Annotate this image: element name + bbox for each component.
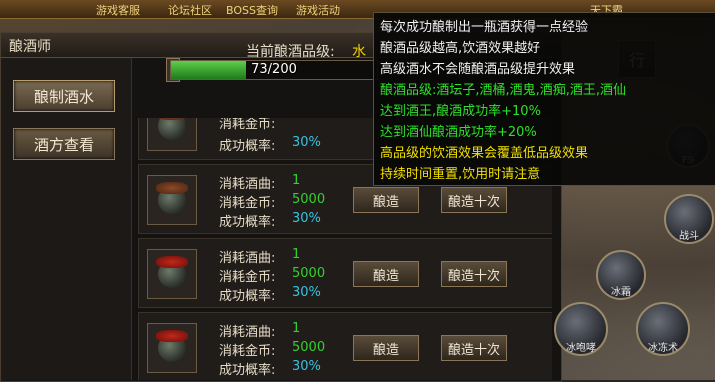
brew-button[interactable]: 酿造 bbox=[353, 335, 419, 361]
top-menu-item[interactable]: 游戏客服 bbox=[96, 2, 140, 18]
rate-label: 成功概率: bbox=[219, 289, 276, 304]
wine-jar-icon[interactable] bbox=[147, 323, 197, 373]
recipe-view-tab[interactable]: 酒方查看 bbox=[13, 128, 115, 160]
rate-value: 30% bbox=[292, 285, 321, 300]
yeast-value: 1 bbox=[292, 321, 301, 336]
cost-label: 消耗金币: bbox=[219, 118, 276, 132]
brewing-info-tooltip: 每次成功酿制出一瓶酒获得一点经验 酿酒品级越高,饮酒效果越好 高级酒水不会随酿酒… bbox=[373, 12, 715, 186]
tooltip-line: 酿酒品级:酒坛子,酒桶,酒鬼,酒痴,酒王,酒仙 bbox=[380, 83, 627, 98]
panel-side-menu: 酿制酒水 酒方查看 bbox=[1, 58, 132, 380]
panel-title: 酿酒师 bbox=[9, 39, 51, 55]
rate-value: 30% bbox=[292, 211, 321, 226]
fight-button[interactable]: 战斗 bbox=[664, 194, 714, 244]
gold-value: 5000 bbox=[292, 192, 326, 207]
wine-jar-icon[interactable] bbox=[147, 249, 197, 299]
yeast-label: 消耗酒曲: bbox=[219, 177, 276, 192]
gold-value: 5000 bbox=[292, 266, 326, 281]
skill-ice-roar-icon[interactable]: 冰霜 bbox=[596, 250, 646, 300]
top-menu-item[interactable]: 游戏活动 bbox=[296, 2, 340, 18]
rate-label: 成功概率: bbox=[219, 363, 276, 378]
top-menu-item[interactable]: 论坛社区 bbox=[168, 2, 212, 18]
top-menu-item[interactable]: BOSS查询 bbox=[226, 2, 278, 18]
tooltip-line: 高级酒水不会随酿酒品级提升效果 bbox=[380, 62, 576, 77]
gold-label: 消耗金币: bbox=[219, 196, 276, 211]
brew-button[interactable]: 酿造 bbox=[353, 187, 419, 213]
gold-value: 5000 bbox=[292, 340, 326, 355]
yeast-value: 1 bbox=[292, 247, 301, 262]
rate-value: 30% bbox=[292, 135, 321, 150]
yeast-label: 消耗酒曲: bbox=[219, 251, 276, 266]
rate-label: 成功概率: bbox=[219, 215, 276, 230]
gold-label: 消耗金币: bbox=[219, 270, 276, 285]
wine-jar-icon[interactable] bbox=[147, 118, 197, 151]
brew-ten-button[interactable]: 酿造十次 bbox=[441, 187, 507, 213]
brewing-progress-bar: 73/200 bbox=[170, 60, 378, 80]
brew-ten-button[interactable]: 酿造十次 bbox=[441, 335, 507, 361]
tooltip-line: 高品级的饮酒效果会覆盖低品级效果 bbox=[380, 146, 589, 161]
quality-value: 水 bbox=[352, 44, 366, 60]
yeast-label: 消耗酒曲: bbox=[219, 325, 276, 340]
gold-label: 消耗金币: bbox=[219, 344, 276, 359]
brew-button[interactable]: 酿造 bbox=[353, 261, 419, 287]
tooltip-line: 达到酒王,酿酒成功率+10% bbox=[380, 104, 541, 119]
quality-label: 当前酿酒品级: bbox=[246, 44, 335, 60]
skill-freeze-icon[interactable]: 冰冻术 bbox=[636, 302, 690, 356]
tooltip-line: 达到酒仙酿酒成功率+20% bbox=[380, 125, 537, 140]
rate-value: 30% bbox=[292, 359, 321, 374]
progress-text: 73/200 bbox=[251, 62, 297, 77]
tooltip-line: 酿酒品级越高,饮酒效果越好 bbox=[380, 41, 541, 56]
recipe-row: 消耗酒曲: 1 消耗金币: 5000 成功概率: 30% 酿造 酿造十次 bbox=[138, 312, 552, 380]
recipe-row: 消耗酒曲: 1 消耗金币: 5000 成功概率: 30% 酿造 酿造十次 bbox=[138, 238, 552, 308]
tooltip-line: 持续时间重置,饮用时请注意 bbox=[380, 167, 541, 182]
wine-jar-icon[interactable] bbox=[147, 175, 197, 225]
tooltip-line: 每次成功酿制出一瓶酒获得一点经验 bbox=[380, 20, 589, 35]
skill-frost-icon[interactable]: 冰咆哮 bbox=[554, 302, 608, 356]
yeast-value: 1 bbox=[292, 173, 301, 188]
brew-ten-button[interactable]: 酿造十次 bbox=[441, 261, 507, 287]
brew-wine-tab[interactable]: 酿制酒水 bbox=[13, 80, 115, 112]
rate-label: 成功概率: bbox=[219, 139, 276, 154]
